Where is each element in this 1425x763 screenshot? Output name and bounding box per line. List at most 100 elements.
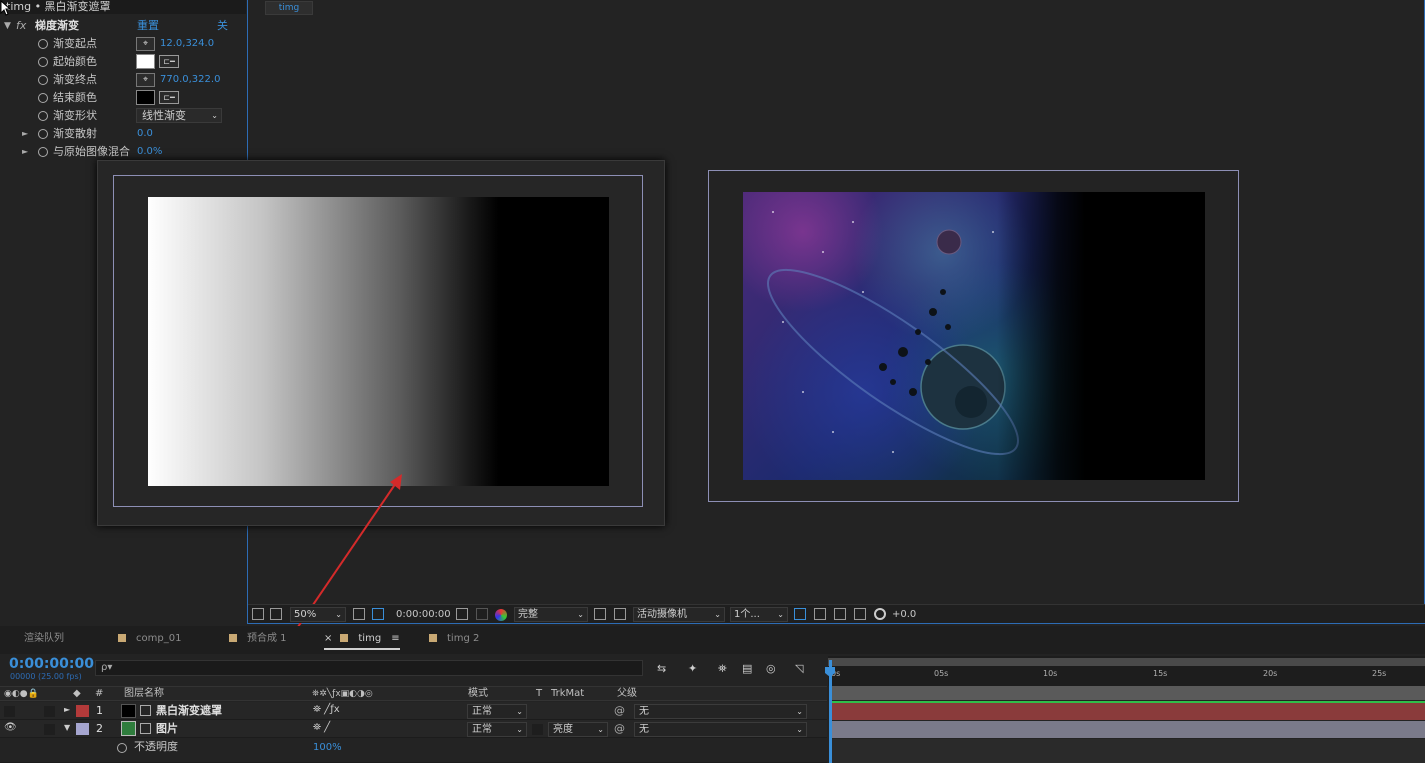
views-dropdown[interactable]: 1个... ⌄	[730, 607, 788, 622]
work-area-bar[interactable]	[828, 658, 1425, 666]
stopwatch-icon[interactable]	[38, 129, 48, 139]
about-link[interactable]: 关	[217, 17, 228, 35]
solid-layer-icon	[121, 704, 136, 718]
timeline-tab-bar: 渲染队列 comp_01 预合成 1 × timg ≡ timg 2	[0, 626, 1425, 654]
param-label: 结束颜色	[53, 91, 97, 104]
reset-exposure-icon[interactable]	[874, 608, 886, 620]
param-value[interactable]: 0.0%	[137, 143, 162, 161]
mode-dropdown[interactable]: 正常 ⌄	[467, 722, 527, 737]
param-value[interactable]: 12.0,324.0	[160, 35, 214, 53]
menu-icon[interactable]: ≡	[391, 633, 399, 644]
monitor-icon[interactable]	[270, 608, 282, 620]
tab-render-queue[interactable]: 渲染队列	[24, 632, 64, 646]
tab-precomp-1[interactable]: 预合成 1	[229, 632, 287, 646]
header-layer-name[interactable]: 图层名称	[124, 687, 164, 701]
effect-header-row[interactable]: ▼ fx 梯度渐变 重置 关	[0, 17, 246, 35]
layer-name[interactable]: 图片	[156, 722, 178, 736]
reset-link[interactable]: 重置	[137, 17, 159, 35]
panel-title: timg • 黑白渐变遮罩	[0, 0, 246, 14]
stopwatch-icon[interactable]	[38, 39, 48, 49]
always-preview-icon[interactable]	[252, 608, 264, 620]
transparency-grid-icon[interactable]	[614, 608, 626, 620]
param-label: 起始颜色	[53, 55, 97, 68]
layer-name[interactable]: 黑白渐变遮罩	[156, 704, 222, 718]
fx-icon[interactable]: fx	[16, 17, 26, 35]
exposure-value[interactable]: +0.0	[892, 608, 916, 622]
layer-1-track-bar[interactable]	[831, 701, 1425, 720]
eyedropper-icon[interactable]: ⊏━	[159, 55, 179, 68]
label-color-swatch[interactable]	[76, 723, 89, 735]
param-value[interactable]: 0.0	[137, 125, 153, 143]
space-planet-image	[743, 192, 1205, 480]
toggle-view-icon[interactable]	[794, 608, 806, 620]
show-snapshot-icon[interactable]	[476, 608, 488, 620]
eye-icon[interactable]: 👁	[4, 722, 17, 733]
layer-2-track-bar[interactable]	[831, 721, 1425, 738]
opacity-track[interactable]	[831, 739, 1425, 763]
shape-dropdown[interactable]: 线性渐变 ⌄	[136, 108, 222, 123]
shy-layers-icon[interactable]: ⛯	[718, 662, 727, 676]
label-color-swatch[interactable]	[76, 705, 89, 717]
resolution-dropdown[interactable]: 完整 ⌄	[514, 607, 588, 622]
lock-toggle[interactable]	[44, 706, 55, 717]
av-switches-icon: ◉◐●🔒	[4, 689, 39, 699]
collapse-triangle-icon[interactable]: ▼	[64, 723, 70, 732]
timeline-timecode[interactable]: 0:00:00:00	[9, 656, 94, 672]
parent-dropdown[interactable]: 无 ⌄	[634, 704, 807, 719]
stopwatch-icon[interactable]	[117, 743, 127, 753]
shape-value: 线性渐变	[142, 109, 186, 122]
camera-dropdown[interactable]: 活动摄像机 ⌄	[633, 607, 725, 622]
tab-timg[interactable]: × timg ≡	[324, 632, 400, 650]
stopwatch-icon[interactable]	[38, 111, 48, 121]
tab-timg-2[interactable]: timg 2	[429, 632, 479, 646]
close-icon[interactable]: ×	[324, 633, 332, 644]
layer-switches-icons[interactable]: ⛯ ╱	[313, 722, 330, 733]
crosshair-icon[interactable]: ⌖	[136, 37, 155, 51]
expand-triangle-icon[interactable]: ►	[22, 125, 28, 143]
param-value[interactable]: 770.0,322.0	[160, 71, 220, 89]
opacity-value[interactable]: 100%	[313, 741, 342, 755]
lock-toggle[interactable]	[44, 724, 55, 735]
comp-duration-bar	[831, 686, 1425, 700]
layer-search-input[interactable]: ρ▾	[95, 660, 643, 676]
layer-row-1[interactable]: ► 1 黑白渐变遮罩 ⛯ ╱ƒx 正常 ⌄ @ 无 ⌄	[0, 702, 827, 720]
collapse-triangle-icon[interactable]: ▼	[4, 17, 11, 35]
tab-comp-01[interactable]: comp_01	[118, 632, 181, 646]
frame-blending-icon[interactable]: ▤	[742, 662, 752, 675]
graph-editor-icon[interactable]: ◹	[795, 662, 803, 675]
stopwatch-icon[interactable]	[38, 93, 48, 103]
layer-switches-icons[interactable]: ⛯ ╱ƒx	[313, 704, 340, 715]
stopwatch-icon[interactable]	[38, 75, 48, 85]
layer-row-2[interactable]: 👁 ▼ 2 图片 ⛯ ╱ 正常 ⌄ 亮度 ⌄ @ 无 ⌄	[0, 720, 827, 738]
color-channels-icon[interactable]	[495, 609, 507, 621]
parent-dropdown[interactable]: 无 ⌄	[634, 722, 807, 737]
zoom-dropdown[interactable]: 50% ⌄	[290, 607, 346, 622]
trkmat-dropdown[interactable]: 亮度 ⌄	[548, 722, 608, 737]
grid-icon[interactable]	[353, 608, 365, 620]
color-swatch-white[interactable]	[136, 54, 155, 69]
crosshair-icon[interactable]: ⌖	[136, 73, 155, 87]
mask-visibility-icon[interactable]	[372, 608, 384, 620]
stopwatch-icon[interactable]	[38, 147, 48, 157]
pick-whip-icon[interactable]: @	[614, 704, 625, 717]
stopwatch-icon[interactable]	[38, 57, 48, 67]
expand-triangle-icon[interactable]: ►	[64, 705, 70, 714]
pick-whip-icon[interactable]: @	[614, 722, 625, 735]
region-of-interest-icon[interactable]	[594, 608, 606, 620]
flowchart-icon[interactable]	[854, 608, 866, 620]
viewer-timecode[interactable]: 0:00:00:00	[396, 608, 451, 622]
motion-blur-icon[interactable]: ◎	[766, 662, 776, 675]
camera-snapshot-icon[interactable]	[456, 608, 468, 620]
draft-3d-icon[interactable]: ✦	[688, 662, 697, 675]
eyedropper-icon[interactable]: ⊏━	[159, 91, 179, 104]
visibility-toggle[interactable]	[4, 706, 15, 717]
color-swatch-black[interactable]	[136, 90, 155, 105]
expand-triangle-icon[interactable]: ►	[22, 143, 28, 161]
timeline-icon[interactable]	[834, 608, 846, 620]
comp-mini-flowchart-icon[interactable]: ⇆	[657, 662, 666, 675]
mode-dropdown[interactable]: 正常 ⌄	[467, 704, 527, 719]
header-parent: 父级	[617, 688, 637, 699]
fast-preview-icon[interactable]	[814, 608, 826, 620]
preserve-transparency-toggle[interactable]	[532, 724, 543, 735]
viewer-tab[interactable]: timg	[265, 1, 313, 15]
